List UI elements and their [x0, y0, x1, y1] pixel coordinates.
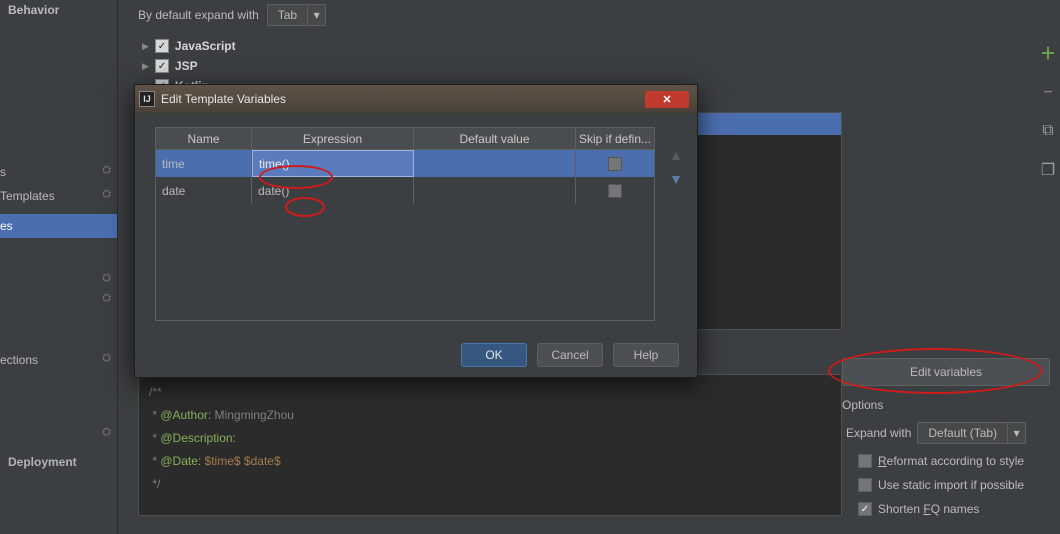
col-expression[interactable]: Expression [252, 128, 414, 149]
gear-icon: ⛭ [102, 292, 111, 305]
checkbox-icon[interactable]: ✓ [155, 59, 169, 73]
cell-name[interactable]: time [156, 150, 252, 177]
sidebar-item-6[interactable]: ⛭ [0, 422, 117, 432]
edit-template-variables-dialog: IJ Edit Template Variables ✕ Name Expres… [134, 84, 698, 378]
option-expand-with: Expand with Default (Tab) ▾ [846, 422, 1050, 444]
copy-icon[interactable]: ⧉ [1042, 122, 1053, 140]
gear-icon: ⛭ [102, 272, 111, 285]
option-label: Shorten FQ names [878, 502, 979, 516]
help-button[interactable]: Help [613, 343, 679, 367]
variables-table: Name Expression Default value Skip if de… [155, 127, 655, 321]
chevron-down-icon: ▾ [307, 5, 325, 25]
gear-icon: ⛭ [102, 352, 111, 365]
right-panel: Edit variables Options Expand with Defau… [842, 358, 1050, 516]
cell-expression[interactable]: date() [252, 177, 414, 204]
checkbox-icon[interactable]: ✓ [858, 502, 872, 516]
col-skip[interactable]: Skip if defin... [576, 128, 654, 149]
reorder-arrows: ▲ ▼ [669, 147, 683, 187]
checkbox-icon[interactable] [858, 454, 872, 468]
template-editor[interactable]: /** * @Author: MingmingZhou * @Descripti… [138, 374, 842, 516]
expand-with-label: Expand with [846, 426, 911, 440]
app-icon: IJ [139, 91, 155, 107]
sidebar-item-4[interactable]: ⛭ [0, 288, 117, 298]
checkbox-icon[interactable] [608, 157, 622, 171]
edit-variables-label: Edit variables [910, 365, 982, 379]
dialog-buttons: OK Cancel Help [461, 343, 679, 367]
cell-expression[interactable]: time() [252, 150, 414, 177]
option-reformat[interactable]: Reformat according to style [858, 454, 1050, 468]
expand-icon[interactable]: ▶ [142, 41, 149, 52]
option-shorten-fq[interactable]: ✓ Shorten FQ names [858, 502, 1050, 516]
combo-value: Tab [268, 8, 307, 22]
option-label: Reformat according to style [878, 454, 1024, 468]
default-expand-label: By default expand with [138, 8, 259, 22]
sidebar-item-label: s [0, 165, 6, 179]
sidebar-item-sections[interactable]: ections ⛭ [0, 348, 117, 372]
option-label: Use static import if possible [878, 478, 1024, 492]
tree-label: JSP [175, 59, 198, 73]
right-gutter: ＋ − ⧉ ❐ [1036, 40, 1060, 180]
default-expand-combo[interactable]: Tab ▾ [267, 4, 326, 26]
cancel-button[interactable]: Cancel [537, 343, 603, 367]
col-name[interactable]: Name [156, 128, 252, 149]
settings-sidebar: Behavior s ⛭ Templates ⛭ es ⛭ ⛭ ections … [0, 0, 118, 534]
checkbox-icon[interactable] [608, 184, 622, 198]
arrow-down-icon[interactable]: ▼ [669, 171, 683, 187]
minus-icon[interactable]: − [1043, 84, 1052, 102]
cell-default[interactable] [414, 150, 576, 177]
checkbox-icon[interactable] [858, 478, 872, 492]
sidebar-item-templates[interactable]: Templates ⛭ [0, 184, 117, 208]
sidebar-item-label: ections [0, 353, 38, 367]
tree-row-js[interactable]: ▶ ✓ JavaScript [142, 36, 1040, 56]
cell-name[interactable]: date [156, 177, 252, 204]
sidebar-heading-deployment: Deployment [0, 452, 117, 472]
cell-default[interactable] [414, 177, 576, 204]
cell-skip[interactable] [576, 150, 654, 177]
tree-row-jsp[interactable]: ▶ ✓ JSP [142, 56, 1040, 76]
tree-label: JavaScript [175, 39, 236, 53]
sidebar-item-3[interactable]: ⛭ [0, 268, 117, 278]
duplicate-icon[interactable]: ❐ [1041, 160, 1055, 180]
add-icon[interactable]: ＋ [1040, 40, 1056, 64]
edit-variables-button[interactable]: Edit variables [842, 358, 1050, 386]
gear-icon: ⛭ [102, 188, 111, 201]
close-button[interactable]: ✕ [645, 91, 689, 108]
dialog-titlebar[interactable]: IJ Edit Template Variables ✕ [135, 85, 697, 113]
expand-with-combo[interactable]: Default (Tab) ▾ [917, 422, 1026, 444]
arrow-up-icon[interactable]: ▲ [669, 147, 683, 163]
table-body: time time() date date() [156, 150, 654, 320]
col-default[interactable]: Default value [414, 128, 576, 149]
table-header: Name Expression Default value Skip if de… [156, 128, 654, 150]
gear-icon: ⛭ [102, 426, 111, 439]
ok-button[interactable]: OK [461, 343, 527, 367]
chevron-down-icon: ▾ [1007, 423, 1025, 443]
sidebar-item-label: es [0, 219, 13, 233]
checkbox-icon[interactable]: ✓ [155, 39, 169, 53]
combo-value: Default (Tab) [918, 426, 1007, 440]
dialog-body: Name Expression Default value Skip if de… [135, 113, 697, 333]
sidebar-heading-behavior: Behavior [0, 0, 117, 20]
sidebar-item-0[interactable]: s ⛭ [0, 160, 117, 184]
cell-skip[interactable] [576, 177, 654, 204]
options-title: Options [842, 398, 1050, 412]
option-static-import[interactable]: Use static import if possible [858, 478, 1050, 492]
default-expand-row: By default expand with Tab ▾ [118, 0, 1060, 30]
expand-icon[interactable]: ▶ [142, 61, 149, 72]
table-row[interactable]: date date() [156, 177, 654, 204]
dialog-title: Edit Template Variables [161, 92, 639, 106]
sidebar-item-selected[interactable]: es [0, 214, 117, 238]
sidebar-item-label: Templates [0, 189, 55, 203]
table-row[interactable]: time time() [156, 150, 654, 177]
gear-icon: ⛭ [102, 164, 111, 177]
